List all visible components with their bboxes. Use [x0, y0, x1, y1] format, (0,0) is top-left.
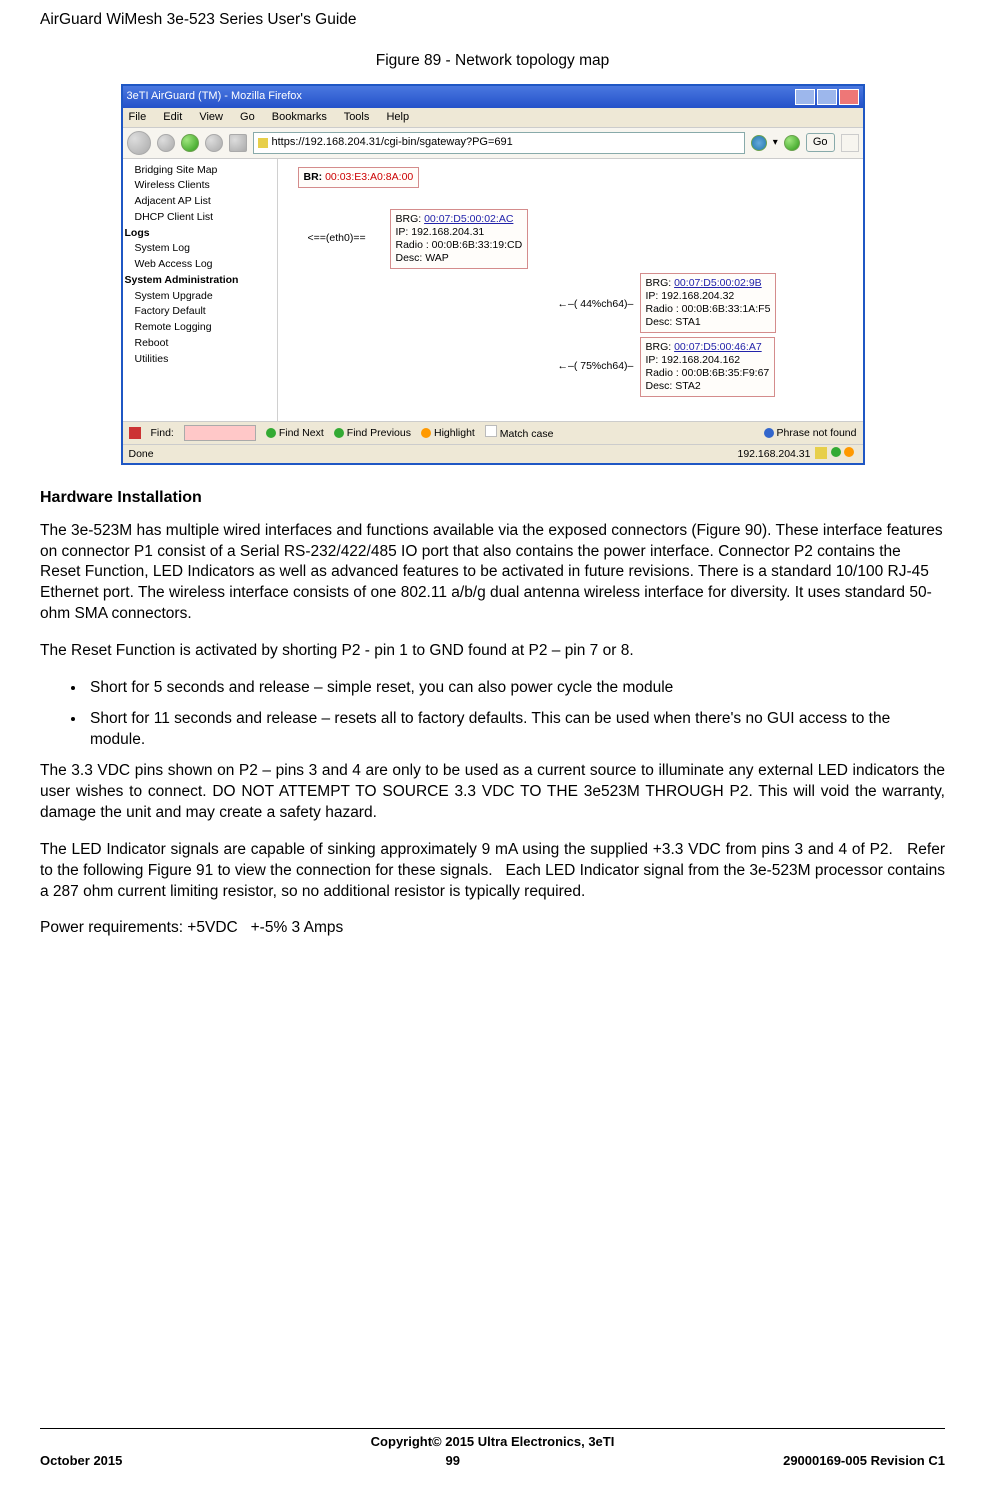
node-line: IP: 192.168.204.32 [646, 290, 735, 302]
status-done: Done [129, 447, 154, 461]
list-item: Short for 5 seconds and release – simple… [86, 678, 945, 699]
sidebar-item[interactable]: Wireless Clients [125, 178, 275, 194]
sidebar-item[interactable]: Reboot [125, 336, 275, 352]
page-footer: Copyright© 2015 Ultra Electronics, 3eTI … [40, 1428, 945, 1470]
node-line: BRG: [646, 341, 675, 353]
node-line: IP: 192.168.204.162 [646, 354, 741, 366]
sidebar-item[interactable]: Remote Logging [125, 320, 275, 336]
find-prev-button[interactable]: Find Previous [334, 426, 411, 440]
find-bar: Find: Find Next Find Previous Highlight … [123, 421, 863, 444]
window-title: 3eTI AirGuard (TM) - Mozilla Firefox [127, 89, 302, 104]
maximize-icon[interactable] [817, 89, 837, 105]
node-line: Desc: STA2 [646, 380, 701, 392]
node-sta1: BRG: 00:07:D5:00:02:9B IP: 192.168.204.3… [640, 273, 777, 334]
node-line: BRG: [646, 277, 675, 289]
node-wap: BRG: 00:07:D5:00:02:AC IP: 192.168.204.3… [390, 209, 529, 270]
close-icon[interactable] [839, 89, 859, 105]
minimize-icon[interactable] [795, 89, 815, 105]
reload-icon[interactable] [181, 134, 199, 152]
status-dot-icon [831, 447, 841, 457]
paragraph: The LED Indicator signals are capable of… [40, 840, 945, 903]
sidebar-item[interactable]: Web Access Log [125, 257, 275, 273]
find-input[interactable] [184, 425, 256, 441]
section-heading: Hardware Installation [40, 487, 945, 509]
sidebar-item[interactable]: Utilities [125, 352, 275, 368]
matchcase-checkbox[interactable]: Match case [485, 425, 554, 441]
node-link[interactable]: 00:07:D5:00:02:9B [674, 277, 762, 289]
node-line: Radio : 00:0B:6B:33:1A:F5 [646, 303, 771, 315]
node-line: BRG: [396, 213, 425, 225]
menu-tools[interactable]: Tools [344, 111, 370, 123]
menu-help[interactable]: Help [386, 111, 409, 123]
list-item: Short for 11 seconds and release – reset… [86, 709, 945, 751]
sidebar-item[interactable]: Adjacent AP List [125, 194, 275, 210]
sidebar-group-sysadmin: System Administration [125, 273, 275, 289]
stop-icon[interactable] [205, 134, 223, 152]
close-findbar-icon[interactable] [129, 427, 141, 439]
node-label: BR: [304, 171, 323, 183]
node-line: Desc: WAP [396, 252, 449, 264]
figure-caption: Figure 89 - Network topology map [40, 51, 945, 72]
nav-toolbar: https://192.168.204.31/cgi-bin/sgateway?… [123, 127, 863, 159]
url-text: https://192.168.204.31/cgi-bin/sgateway?… [272, 135, 513, 150]
menu-edit[interactable]: Edit [163, 111, 182, 123]
node-line: Radio : 00:0B:6B:33:19:CD [396, 239, 523, 251]
menu-file[interactable]: File [129, 111, 147, 123]
menu-bookmarks[interactable]: Bookmarks [272, 111, 327, 123]
status-ip: 192.168.204.31 [738, 447, 811, 461]
paragraph: Power requirements: +5VDC +-5% 3 Amps [40, 918, 945, 939]
bullet-list: Short for 5 seconds and release – simple… [40, 678, 945, 751]
node-link[interactable]: 00:07:D5:00:46:A7 [674, 341, 762, 353]
go-button[interactable]: Go [806, 133, 835, 152]
throbber-icon [841, 134, 859, 152]
screenshot-figure: 3eTI AirGuard (TM) - Mozilla Firefox Fil… [121, 84, 865, 465]
node-br: BR: 00:03:E3:A0:8A:00 [298, 167, 420, 188]
footer-docnum: 29000169-005 Revision C1 [783, 1452, 945, 1470]
link-eth0: <==(eth0)== [308, 231, 366, 245]
menu-go[interactable]: Go [240, 111, 255, 123]
copyright-text: Copyright© 2015 Ultra Electronics, 3eTI [371, 1434, 615, 1449]
node-line: Radio : 00:0B:6B:35:F9:67 [646, 367, 770, 379]
find-label: Find: [151, 426, 174, 440]
status-dot-icon [844, 447, 854, 457]
footer-date: October 2015 [40, 1452, 122, 1470]
paragraph: The Reset Function is activated by short… [40, 641, 945, 662]
node-line: IP: 192.168.204.31 [396, 226, 485, 238]
topology-canvas: BR: 00:03:E3:A0:8A:00 <==(eth0)== BRG: 0… [278, 159, 863, 421]
sidebar-item[interactable]: System Upgrade [125, 289, 275, 305]
link-75: ←–( 75%ch64)– [558, 359, 634, 373]
node-link[interactable]: 00:07:D5:00:02:AC [424, 213, 513, 225]
link-44: ←–( 44%ch64)– [558, 297, 634, 311]
node-sta2: BRG: 00:07:D5:00:46:A7 IP: 192.168.204.1… [640, 337, 776, 398]
status-bar: Done 192.168.204.31 [123, 444, 863, 463]
go-icon[interactable] [784, 135, 800, 151]
sidebar-item[interactable]: DHCP Client List [125, 210, 275, 226]
security-icon [815, 447, 827, 459]
menu-view[interactable]: View [199, 111, 223, 123]
home-icon[interactable] [229, 134, 247, 152]
sidebar-group-logs: Logs [125, 226, 275, 242]
url-bar[interactable]: https://192.168.204.31/cgi-bin/sgateway?… [253, 132, 745, 154]
back-icon[interactable] [127, 131, 151, 155]
highlight-button[interactable]: Highlight [421, 426, 475, 440]
paragraph: The 3e-523M has multiple wired interface… [40, 521, 945, 626]
page-header: AirGuard WiMesh 3e-523 Series User's Gui… [40, 10, 945, 31]
paragraph: The 3.3 VDC pins shown on P2 – pins 3 an… [40, 761, 945, 824]
find-status: Phrase not found [764, 426, 857, 440]
sidebar-item[interactable]: System Log [125, 241, 275, 257]
sidebar-item[interactable]: Bridging Site Map [125, 163, 275, 179]
node-line: Desc: STA1 [646, 316, 701, 328]
find-next-button[interactable]: Find Next [266, 426, 324, 440]
node-mac: 00:03:E3:A0:8A:00 [325, 171, 413, 183]
footer-pagenum: 99 [446, 1452, 460, 1470]
lock-icon [258, 138, 268, 148]
forward-icon[interactable] [157, 134, 175, 152]
sidebar: Bridging Site Map Wireless Clients Adjac… [123, 159, 278, 421]
menu-bar: File Edit View Go Bookmarks Tools Help [123, 108, 863, 127]
window-titlebar: 3eTI AirGuard (TM) - Mozilla Firefox [123, 86, 863, 108]
sidebar-item[interactable]: Factory Default [125, 304, 275, 320]
feed-icon[interactable] [751, 135, 767, 151]
